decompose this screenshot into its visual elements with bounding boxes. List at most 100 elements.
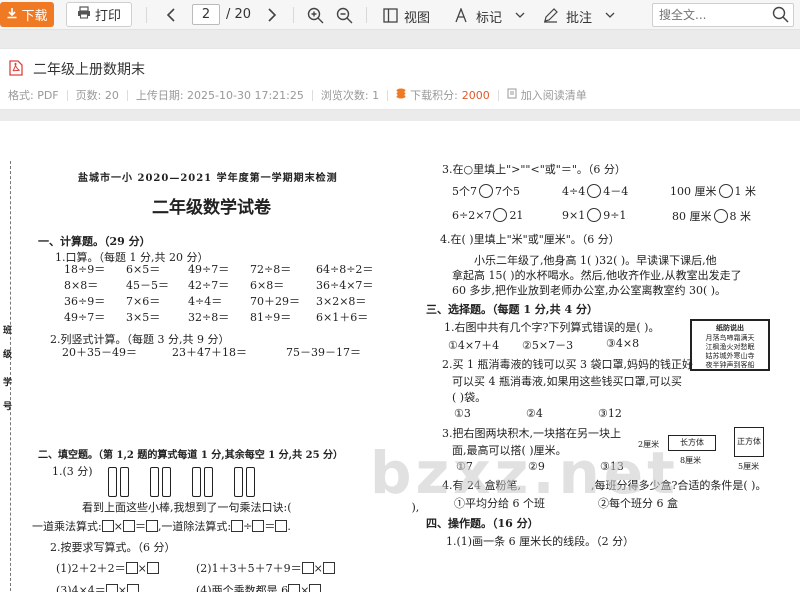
calc-item: 6×8＝ [250,279,285,292]
question-text: 拿起高 15( )的水杯喝水。然后,他收齐作业,从教室出发走了 [452,269,742,282]
side-label: 班 [3,326,13,336]
mark-menu[interactable]: 标记 [476,7,502,26]
chevron-left-icon [166,8,175,22]
annotate-menu[interactable]: 批注 [566,7,592,26]
option: ②4 [526,407,543,420]
question-text: 1.(1)画一条 6 厘米长的线段。（2 分） [446,535,635,548]
side-label: 号 [3,402,13,412]
zoom-out-button[interactable] [334,5,354,25]
question-text: 小乐二年级了,他身高 1( )32( )。早读课下课后,他 [474,254,717,267]
compare-item: 9×1 9÷1 [562,208,627,222]
compare-item: 100 厘米 1 米 [670,184,756,198]
download-label: 下载 [21,9,48,24]
document-title: 二年级上册数期末 [33,62,145,78]
calc-item: 49÷7＝ [64,311,106,324]
exam-title: 二年级数学试卷 [152,198,271,218]
reading-list-icon [507,88,517,102]
option: ①3 [454,407,471,420]
chevron-down-icon[interactable] [510,5,530,25]
view-menu[interactable]: 视图 [404,7,430,26]
formula-line: (3)4×4＝ × [56,582,140,592]
chevron-down-icon[interactable] [600,5,620,25]
page-number-input[interactable]: 2 [192,4,220,25]
next-page-button[interactable] [262,5,282,25]
points-value: 2000 [461,88,490,102]
formula-line: (1)2＋2＋2＝ × [56,560,159,576]
calc-item: 6×1＋6＝ [316,311,369,324]
section-heading: 四、操作题。（16 分） [426,517,539,530]
section-heading: 二、填空题。（第 1,2 题的算式每道 1 分,其余每空 1 分,共 25 分） [38,450,344,461]
question-text: 可以买 4 瓶消毒液,如果用这些钱买口罩,可以买 [452,375,682,388]
stick-bundle [150,467,159,497]
toolbar: 下载 打印 2 / 20 视图 标记 批注 [0,0,800,30]
dimension-label: 5厘米 [738,462,760,471]
compare-item: 4÷4 4－4 [562,184,629,198]
question-text: 2.按要求写算式。（6 分） [50,541,176,554]
calc-item: 4÷4＝ [188,295,223,308]
stick-bundle [246,467,255,497]
prev-page-button[interactable] [161,5,181,25]
points-label: 下载积分: [410,89,458,102]
zoom-out-icon [336,7,352,23]
formula-line: 一道乘法算式: × ＝ ,一道除法算式: ÷ ＝. [32,520,291,533]
school-header: 盐城市一小 2020—2021 学年度第一学期期末检测 [78,173,338,184]
calc-item: 36÷4×7＝ [316,279,374,292]
stick-bundle [108,467,117,497]
zoom-in-button[interactable] [305,5,325,25]
dimension-label: 8厘米 [680,456,702,465]
search-input[interactable] [653,4,763,26]
pages-text: 页数: 20 [75,89,119,102]
question-text: 看到上面这些小棒,我想到了一句乘法口诀:(), [82,501,420,514]
search-icon[interactable] [772,6,789,27]
upload-date-text: 上传日期: 2025-10-30 17:21:25 [135,89,304,102]
document-meta: 格式: PDF 页数: 20 上传日期: 2025-10-30 17:21:25… [8,87,587,103]
calc-item: 36÷9＝ [64,295,106,308]
chevron-right-icon [268,8,277,22]
stick-bundle [192,467,201,497]
formula-line: (4)两个乘数都是 6 × [196,582,322,592]
calc-item: 8×8＝ [64,279,99,292]
add-to-reading-list-button[interactable]: 加入阅读清单 [507,87,587,103]
side-label: 学 [3,378,13,388]
question-text: 4.在( )里填上"米"或"厘米"。（6 分） [440,233,620,246]
option: ②5×7－3 [522,339,574,352]
calc-item: 45－5＝ [126,279,169,292]
page-total: / 20 [226,7,252,22]
stick-bundle [204,467,213,497]
download-icon [6,7,18,23]
poem-notice-figure: 纸防说出 月落鸟啼霜满天 江枫渔火对愁眠 姑苏城外寒山寺 夜半钟声到客船 [690,319,770,371]
formula-line: (2)1＋3＋5＋7＋9＝ × [196,560,335,576]
stick-bundle [162,467,171,497]
stick-bundle [234,467,243,497]
compare-item: 5个7 7个5 [452,184,520,198]
calc-item: 64÷8÷2＝ [316,263,374,276]
pen-icon[interactable] [540,5,560,25]
calc-item: 49÷7＝ [188,263,230,276]
mark-icon[interactable] [451,5,471,25]
divider [366,7,367,23]
vertical-calc-item: 75－39－17＝ [286,346,361,359]
divider [146,7,147,23]
section-heading: 一、计算题。（29 分） [38,235,151,248]
calc-item: 70＋29＝ [250,295,300,308]
print-button[interactable]: 打印 [66,2,132,27]
download-button[interactable]: 下载 [0,2,54,27]
print-label: 打印 [94,9,121,24]
calc-item: 81÷9＝ [250,311,292,324]
section-heading: 三、选择题。（每题 1 分,共 4 分） [426,303,598,316]
calc-item: 18÷9＝ [64,263,106,276]
compare-item: 6÷2×7 21 [452,208,524,222]
question-text: 60 多步,把作业放到老师办公室,办公室离教室约 30( )。 [452,284,727,297]
calc-item: 72÷8＝ [250,263,292,276]
option: ③4×8 [606,337,640,350]
option: ③12 [598,407,622,420]
question-text: 3.在○里填上">""<"或"＝"。（6 分） [442,163,626,176]
view-icon[interactable] [380,5,400,25]
watermark: bzxz.net [370,439,679,507]
add-reading-list-label: 加入阅读清单 [520,89,587,102]
cube-figure: 正方体 [734,427,764,457]
stick-bundle [120,467,129,497]
search-box[interactable] [652,3,794,27]
document-info-panel: 二年级上册数期末 格式: PDF 页数: 20 上传日期: 2025-10-30… [0,48,800,110]
calc-item: 32÷8＝ [188,311,230,324]
